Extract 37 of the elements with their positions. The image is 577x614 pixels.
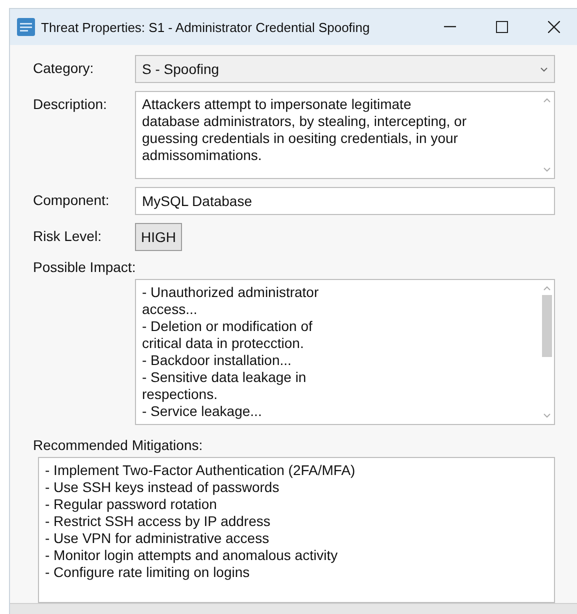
description-text: Attackers attempt to impersonate legitimate database administrators, by stealing, intercepting, or guessing credentials in oesiting credentials, in your admissomimations. xyxy=(141,95,468,165)
scroll-up-icon[interactable] xyxy=(543,98,551,103)
scroll-down-icon[interactable] xyxy=(543,167,551,172)
possible-impact-label: Possible Impact: xyxy=(33,259,137,275)
mitigation-item: - Monitor login attempts and anomalous activity xyxy=(45,547,339,564)
description-field[interactable]: Attackers attempt to impersonate legitimate database administrators, by stealing, intercepting, or guessing credentials in oesiting credentials, in your admissomimations. xyxy=(135,91,555,179)
mitigation-item: - Use SSH keys instead of passwords xyxy=(45,479,280,496)
impact-item: - Deletion or modification of critical data in protecction. xyxy=(142,318,314,352)
impact-item: - Service leakage... xyxy=(142,403,263,420)
mitigation-item: - Configure rate limiting on logins xyxy=(45,564,251,581)
risk-level-label: Risk Level: xyxy=(33,227,102,244)
impact-item: - Unauthorized administrator access... xyxy=(142,284,320,318)
window-title: Threat Properties: S1 - Administrator Credential Spoofing xyxy=(41,20,371,34)
mitigation-item: - Regular password rotation xyxy=(45,496,218,513)
scroll-down-icon[interactable] xyxy=(543,413,551,418)
app-icon xyxy=(17,18,35,36)
scrollbar-thumb[interactable] xyxy=(542,295,552,357)
impact-item: - Backdoor installation... xyxy=(142,352,292,369)
horizontal-scrollbar[interactable] xyxy=(10,603,577,614)
category-label: Category: xyxy=(33,59,95,76)
component-field[interactable]: MySQL Database xyxy=(135,187,555,215)
chevron-down-icon xyxy=(540,66,548,72)
close-icon[interactable] xyxy=(548,21,560,33)
mitigations-label: Recommended Mitigations: xyxy=(33,437,204,453)
mitigation-item: - Restrict SSH access by IP address xyxy=(45,513,272,530)
description-label: Description: xyxy=(33,95,108,112)
component-label: Component: xyxy=(33,191,110,208)
maximize-icon[interactable] xyxy=(496,21,508,33)
mitigations-field[interactable] xyxy=(38,457,555,603)
mitigation-item: - Use VPN for administrative access xyxy=(45,530,270,547)
scroll-up-icon[interactable] xyxy=(543,286,551,291)
category-dropdown[interactable]: S - Spoofing xyxy=(135,55,555,83)
mitigation-item: - Implement Two-Factor Authentication (2FA/MFA) xyxy=(45,462,356,479)
risk-level-badge: HIGH xyxy=(135,223,182,251)
impact-field[interactable]: - Unauthorized administrator access... - Deletion or modification of critical data in protecction. - Backdoor installation... - Sensitive data leakage in respections. - Service leakage... xyxy=(135,279,555,425)
minimize-icon[interactable] xyxy=(444,26,456,28)
impact-item: - Sensitive data leakage in respections. xyxy=(142,369,308,403)
